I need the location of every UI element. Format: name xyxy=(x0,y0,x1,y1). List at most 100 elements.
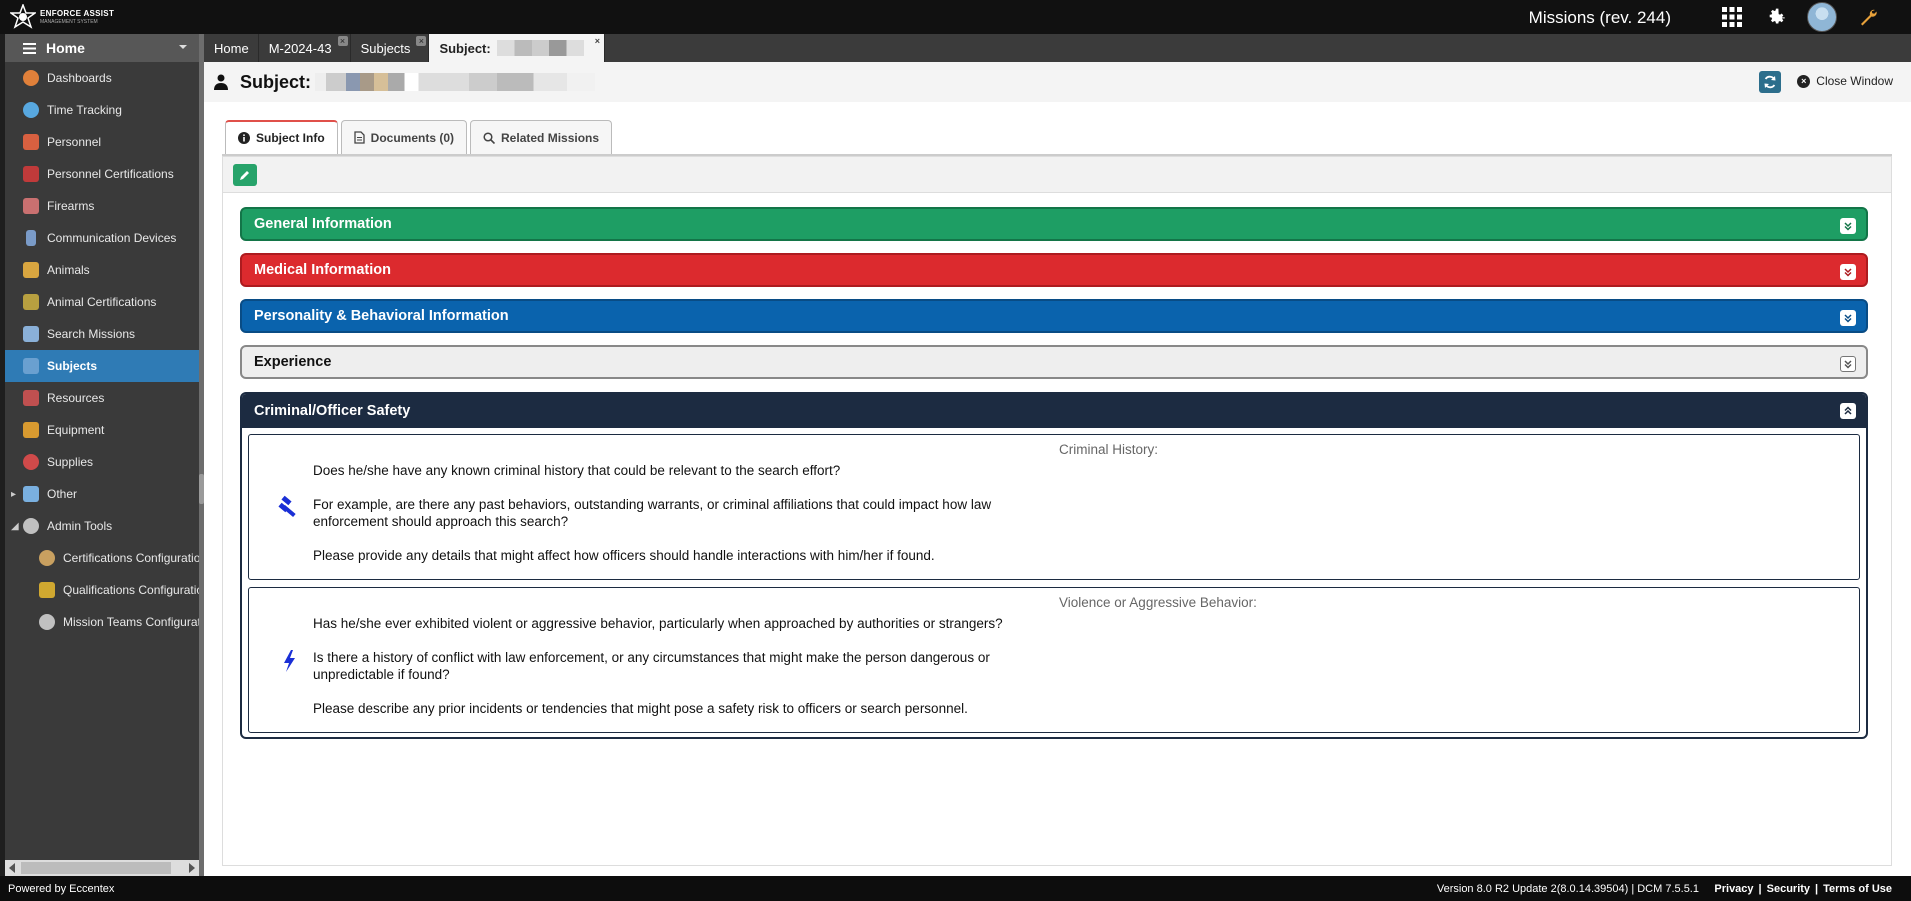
tab-strip: Home M-2024-43 × Subjects × Subject: × xyxy=(204,34,1911,62)
sidebar-item-qualifications-configuration[interactable]: Qualifications Configuratio xyxy=(5,574,199,606)
sidebar: Home Dashboards Time Tracking Personnel … xyxy=(5,34,199,876)
collapse-arrow-icon[interactable]: ◢ xyxy=(11,521,19,532)
dashboard-icon xyxy=(23,70,39,86)
search-mission-icon xyxy=(23,326,39,342)
chevron-double-down-icon[interactable] xyxy=(1840,356,1856,372)
sidebar-item-other[interactable]: ▸ Other xyxy=(5,478,199,510)
tab-label: Subject Info xyxy=(256,131,325,145)
sidebar-item-supplies[interactable]: Supplies xyxy=(5,446,199,478)
tab-subjects[interactable]: Subjects × xyxy=(351,34,430,62)
clock-icon xyxy=(23,102,39,118)
info-icon xyxy=(238,132,250,144)
firearm-icon xyxy=(23,198,39,214)
sidebar-item-communication-devices[interactable]: Communication Devices xyxy=(5,222,199,254)
section-general-information[interactable]: General Information xyxy=(240,207,1868,241)
chevron-double-up-icon[interactable] xyxy=(1840,403,1856,419)
close-tab-icon[interactable]: × xyxy=(592,36,602,46)
sidebar-item-certifications-configuration[interactable]: Certifications Configuratio xyxy=(5,542,199,574)
scroll-thumb[interactable] xyxy=(21,862,171,874)
sidebar-item-subjects[interactable]: Subjects xyxy=(5,350,199,382)
redacted-name xyxy=(496,40,585,56)
chevron-double-down-icon[interactable] xyxy=(1840,310,1856,326)
top-bar: ENFORCE ASSIST MANAGEMENT SYSTEM Mission… xyxy=(0,0,1911,34)
tab-related-missions[interactable]: Related Missions xyxy=(470,120,613,154)
question-criminal-history: Does he/she have any known criminal hist… xyxy=(248,434,1860,580)
menu-icon xyxy=(23,42,36,54)
pencil-icon xyxy=(240,171,249,180)
terms-link[interactable]: Terms of Use xyxy=(1823,883,1892,895)
question-line: Please provide any details that might af… xyxy=(313,547,935,563)
privacy-link[interactable]: Privacy xyxy=(1714,883,1753,895)
sidebar-home[interactable]: Home xyxy=(5,34,199,62)
sidebar-item-label: Firearms xyxy=(47,199,95,213)
section-title: Experience xyxy=(254,354,332,370)
section-header[interactable]: Criminal/Officer Safety xyxy=(242,394,1866,428)
equipment-icon xyxy=(23,422,39,438)
sidebar-item-firearms[interactable]: Firearms xyxy=(5,190,199,222)
chevron-double-down-icon[interactable] xyxy=(1840,218,1856,234)
certificate-icon xyxy=(23,166,39,182)
person-icon xyxy=(23,134,39,150)
close-tab-icon[interactable]: × xyxy=(416,36,427,46)
person-icon xyxy=(214,74,228,90)
gavel-icon xyxy=(278,495,296,518)
app-title: Missions (rev. 244) xyxy=(1528,8,1671,27)
sidebar-item-resources[interactable]: Resources xyxy=(5,382,199,414)
tab-subject-detail[interactable]: Subject: × xyxy=(429,34,606,62)
star-badge-icon xyxy=(10,4,36,29)
section-title: Personality & Behavioral Information xyxy=(254,308,509,324)
question-violence-aggressive-behavior: Has he/she ever exhibited violent or agg… xyxy=(248,587,1860,733)
apps-grid-icon[interactable] xyxy=(1719,4,1745,30)
sidebar-horizontal-scrollbar[interactable] xyxy=(5,860,199,876)
sidebar-item-personnel-certifications[interactable]: Personnel Certifications xyxy=(5,158,199,190)
tab-subject-info[interactable]: Subject Info xyxy=(225,120,338,154)
expand-arrow-icon[interactable]: ▸ xyxy=(11,489,19,500)
tab-mission[interactable]: M-2024-43 × xyxy=(259,34,351,62)
section-medical-information[interactable]: Medical Information xyxy=(240,253,1868,287)
tools-wrench-icon[interactable] xyxy=(1855,4,1881,30)
sidebar-item-animals[interactable]: Animals xyxy=(5,254,199,286)
close-tab-icon[interactable]: × xyxy=(337,36,348,46)
close-window-button[interactable]: × Close Window xyxy=(1797,74,1893,88)
sidebar-item-equipment[interactable]: Equipment xyxy=(5,414,199,446)
panel-toolbar xyxy=(223,157,1891,193)
sidebar-item-label: Personnel xyxy=(47,135,102,149)
sidebar-item-label: Admin Tools xyxy=(47,519,113,533)
user-avatar[interactable] xyxy=(1807,2,1837,32)
sidebar-item-mission-teams-configuration[interactable]: Mission Teams Configurat xyxy=(5,606,199,638)
app-logo[interactable]: ENFORCE ASSIST MANAGEMENT SYSTEM xyxy=(10,4,114,30)
section-personality-behavioral-information[interactable]: Personality & Behavioral Information xyxy=(240,299,1868,333)
sidebar-item-time-tracking[interactable]: Time Tracking xyxy=(5,94,199,126)
sidebar-item-personnel[interactable]: Personnel xyxy=(5,126,199,158)
sidebar-item-label: Animal Certifications xyxy=(47,295,157,309)
question-line: Has he/she ever exhibited violent or agg… xyxy=(313,616,1003,631)
sidebar-item-label: Animals xyxy=(47,263,90,277)
refresh-button[interactable] xyxy=(1759,71,1781,93)
tab-home[interactable]: Home xyxy=(204,34,259,62)
chevron-double-down-icon[interactable] xyxy=(1840,264,1856,280)
sidebar-item-animal-certifications[interactable]: Animal Certifications xyxy=(5,286,199,318)
scroll-left-icon[interactable] xyxy=(9,863,15,873)
page-title: Subject: xyxy=(240,72,596,93)
sidebar-item-label: Equipment xyxy=(47,423,105,437)
sidebar-item-label: Resources xyxy=(47,391,105,405)
field-label: Criminal History: xyxy=(1059,442,1159,457)
tab-documents[interactable]: Documents (0) xyxy=(340,120,468,154)
section-title: General Information xyxy=(254,216,392,232)
question-text: Has he/she ever exhibited violent or agg… xyxy=(313,616,1033,735)
edit-button[interactable] xyxy=(233,164,257,186)
question-text: Does he/she have any known criminal hist… xyxy=(313,463,1033,582)
version-info: Version 8.0 R2 Update 2(8.0.14.39504) | … xyxy=(1436,882,1699,895)
section-experience[interactable]: Experience xyxy=(240,345,1868,379)
scroll-right-icon[interactable] xyxy=(189,863,195,873)
sidebar-home-label: Home xyxy=(46,40,85,56)
sidebar-item-search-missions[interactable]: Search Missions xyxy=(5,318,199,350)
radio-icon xyxy=(26,230,36,246)
settings-gear-icon[interactable] xyxy=(1763,4,1789,30)
sidebar-item-admin-tools[interactable]: ◢ Admin Tools xyxy=(5,510,199,542)
wrench-icon xyxy=(23,486,39,502)
sidebar-item-label: Certifications Configuratio xyxy=(63,551,199,565)
sidebar-item-label: Qualifications Configuratio xyxy=(63,583,199,597)
security-link[interactable]: Security xyxy=(1767,883,1810,895)
sidebar-item-dashboards[interactable]: Dashboards xyxy=(5,62,199,94)
